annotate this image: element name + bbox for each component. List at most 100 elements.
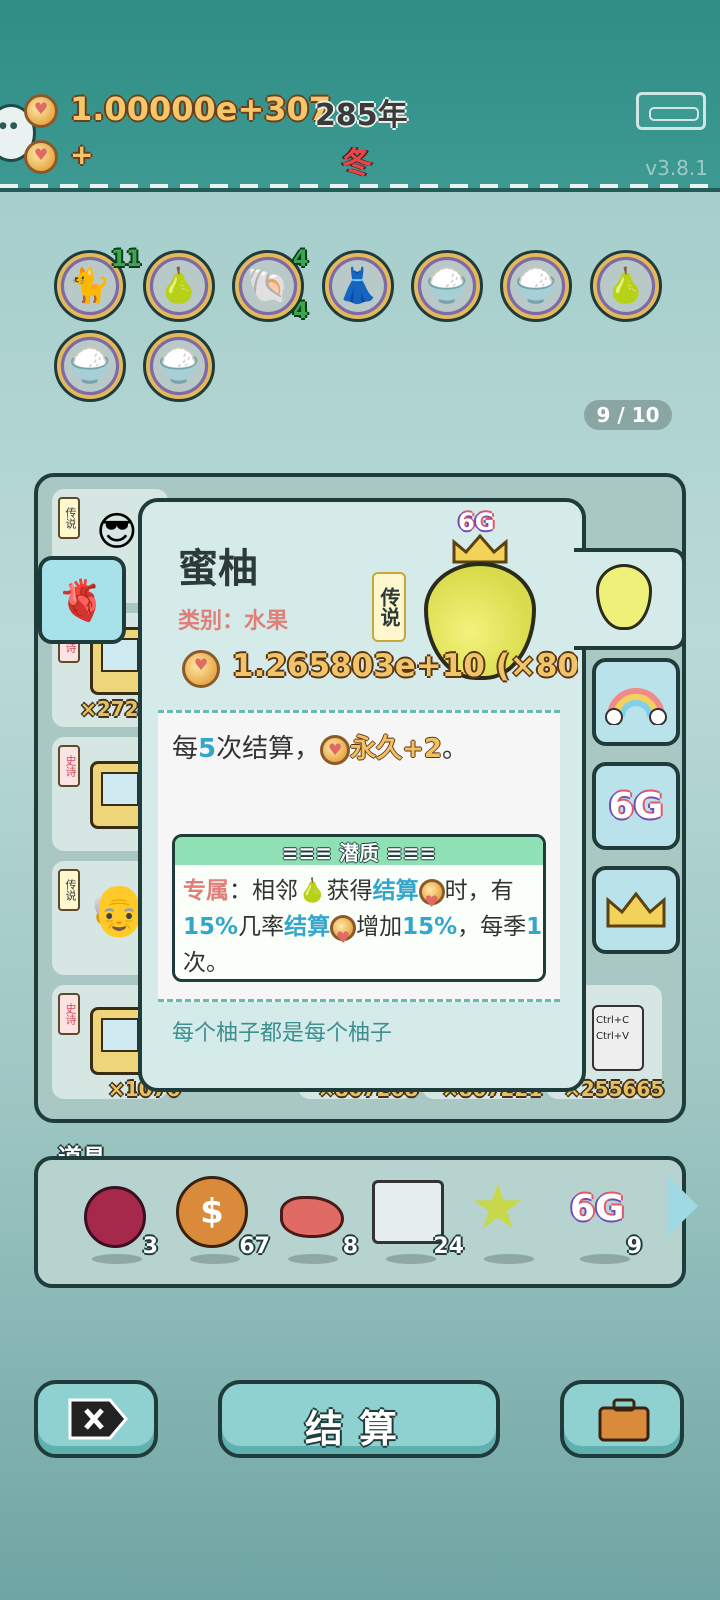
money-coin-icon [24,94,58,128]
sixg-badge: 6G [458,508,495,536]
key-icon [649,107,699,121]
effect-text-part: 次结算， [216,734,321,764]
rarity-badge: 传说 [372,572,406,642]
item-lychee[interactable]: 3 [78,1172,158,1272]
quality-part: 增加 [356,914,403,940]
relic-shell-icon[interactable]: 🐚 4 4 [232,247,308,324]
effect-text: 每5次结算， 永久+2。 [172,728,468,765]
quality-part: 时，有 [444,878,514,904]
rainbow-button[interactable] [592,658,680,746]
item-6g[interactable]: 6G 9 [566,1172,646,1272]
relic-cat-icon[interactable]: 🐈 11 [54,247,142,322]
coin-icon [418,878,445,920]
relic-bowls-icon[interactable]: 🍚 [411,250,483,322]
quality-panel: ≡≡≡ 潜质 ≡≡≡ 专属：相邻🍐获得结算时，有15%几率结算增加15%，每季1… [172,834,546,982]
item-count: 9 [626,1234,642,1259]
rarity-tag: 传说 [58,869,80,911]
liver-icon [280,1196,344,1238]
quality-prefix: 专属 [183,878,229,904]
quality-part: 次。 [183,950,229,976]
backspace-x-icon [68,1398,128,1440]
quality-text: 专属：相邻🍐获得结算时，有15%几率结算增加15%，每季1次。 [183,873,543,981]
liver-icon: 🫀 [57,577,107,624]
item-shadow [580,1254,630,1264]
quality-part: ，每季 [457,914,527,940]
effect-text-part: 。 [442,734,469,764]
effect-coin-icon [320,734,351,765]
copy-label: Ctrl+C [596,1015,630,1026]
value-coin-icon [182,650,220,688]
relic-skirt-icon[interactable]: 👗 [322,250,394,322]
effect-bonus: 永久+2 [350,734,443,764]
rarity-tag: 史诗 [58,745,80,787]
relic-count: 11 [111,247,142,272]
liver-item-button[interactable]: 🫀 [38,556,126,644]
item-bank-cards[interactable]: 24 [372,1172,464,1272]
item-count: 8 [342,1234,358,1259]
item-count: 3 [142,1234,158,1259]
item-count: 24 [433,1234,464,1259]
relic-progress: 9 / 10 [584,400,672,430]
item-name: 蜜柚 [178,546,258,592]
paste-label: Ctrl+V [596,1031,630,1042]
version-label: v3.8.1 [645,156,708,180]
copy-paste-card-icon: Ctrl+C Ctrl+V [592,1005,644,1071]
remove-button[interactable] [34,1380,158,1458]
sunglasses-man-icon: 😎 [96,509,138,555]
item-shadow [92,1254,142,1264]
crown-icon [606,891,666,928]
items-bar: 3 $ 67 8 24 ★ 6G 9 [34,1156,686,1288]
coin-icon [330,914,357,956]
money-amount: 1.00000e+307 [70,90,332,128]
rarity-tag: 传说 [58,497,80,539]
relic-bowls-icon[interactable]: 🍚 [54,330,126,402]
relic-pomelo-icon[interactable]: 🍐 [143,250,215,322]
crown-button[interactable] [592,866,680,954]
pomelo-icon [596,564,652,630]
settle-button[interactable]: 结算 [218,1380,500,1458]
quality-part: ：相邻 [229,878,298,904]
rarity-tag: 史诗 [58,993,80,1035]
quality-settle: 结算 [284,914,331,940]
relic-bowls-icon[interactable]: 🍚 [500,250,572,322]
sixg-button[interactable]: 6G [592,762,680,850]
flavor-text: 每个柚子都是每个柚子 [172,1021,393,1046]
item-value: 1.265803e+10 (×807268) [232,648,578,684]
6g-icon: 6G [570,1188,625,1229]
income-coin-icon [24,140,58,174]
season-label: 冬 [342,146,372,181]
star-icon: ★ [470,1170,526,1243]
divider [0,184,720,188]
quality-title-text: 潜质 [339,841,379,865]
relic-pomelo-icon[interactable]: 🍐 [590,250,662,322]
quality-title: ≡≡≡ 潜质 ≡≡≡ [175,837,543,865]
relic-bowls-icon[interactable]: 🍚 [143,330,215,402]
effect-number: 5 [198,734,217,764]
quality-part: 几率 [238,914,285,940]
relic-count-bottom: 4 [293,299,309,324]
quality-part: 获得 [326,878,373,904]
quality-percent: 15% [183,914,239,940]
popup-item-tab[interactable] [574,548,686,650]
crown-icon [452,534,508,564]
item-dollar-coin[interactable]: $ 67 [176,1172,270,1272]
item-shadow [386,1254,436,1264]
settle-label: 结算 [304,1407,413,1451]
item-count: 67 [239,1234,270,1259]
rainbow-icon [605,688,667,725]
item-shadow [484,1254,534,1264]
item-shadow [288,1254,338,1264]
dollar-coin-icon: $ [176,1176,248,1248]
key-settings-button[interactable] [636,92,706,130]
item-shadow [190,1254,240,1264]
item-liver[interactable]: 8 [274,1172,358,1272]
item-category: 类别：水果 [178,609,289,634]
pomelo-icon: 🍐 [298,878,327,904]
items-next-arrow-icon[interactable] [668,1176,698,1236]
income-amount: + [70,138,94,171]
top-bar: 1.00000e+307 + 285年 冬 v3.8.1 [0,0,720,192]
item-star[interactable]: ★ [470,1172,550,1272]
year-label: 285年 [315,98,408,133]
sixg-label: 6G [608,785,664,827]
backpack-button[interactable] [560,1380,684,1458]
